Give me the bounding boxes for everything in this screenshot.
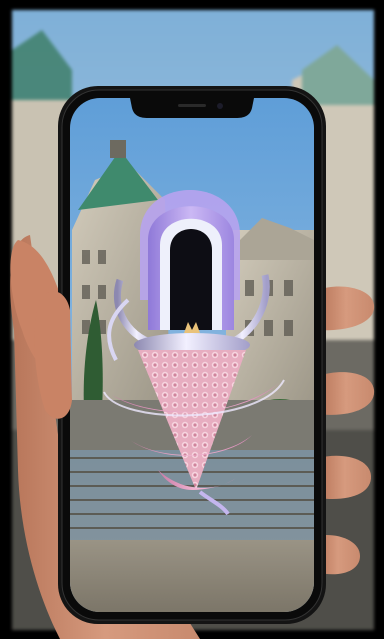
phone-screen: [70, 98, 314, 612]
finger-2: [318, 372, 375, 415]
finger-1: [318, 286, 375, 331]
smartphone: [58, 86, 326, 624]
front-camera: [217, 103, 223, 109]
photo-scene: [0, 0, 384, 639]
phone-notch: [130, 98, 254, 118]
speaker-grille: [178, 104, 206, 107]
